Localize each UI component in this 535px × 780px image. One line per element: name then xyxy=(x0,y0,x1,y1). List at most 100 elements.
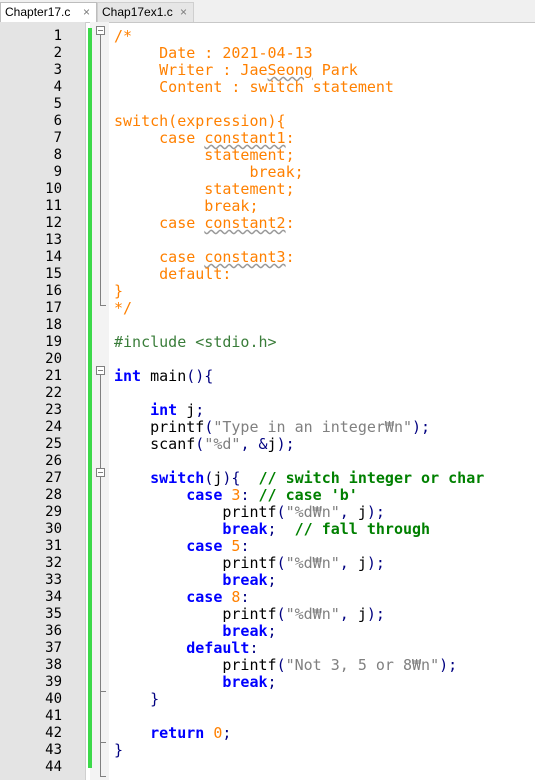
code-line[interactable]: 38 printf("Not 3, 5 or 8₩n"); xyxy=(0,657,535,674)
code-line[interactable]: 3 Writer : JaeSeong Park xyxy=(0,62,535,79)
line-number: 38 xyxy=(45,657,62,673)
line-number: 26 xyxy=(45,453,62,469)
line-number: 27 xyxy=(45,470,62,486)
code-token: constant1 xyxy=(204,129,286,147)
code-text: printf("%d₩n", j); xyxy=(114,606,385,623)
tab-chapter17-c[interactable]: Chapter17.c × xyxy=(0,2,97,22)
code-text: case constant3: xyxy=(114,249,294,266)
code-line[interactable]: 17 */ xyxy=(0,300,535,317)
code-token: ); xyxy=(366,605,385,623)
code-line[interactable]: 40 } xyxy=(0,691,535,708)
line-number: 43 xyxy=(45,742,62,758)
line-number: 18 xyxy=(45,317,62,333)
code-token: Seong xyxy=(267,61,313,79)
code-line[interactable]: 1 /* xyxy=(0,28,535,45)
code-text: int j; xyxy=(114,402,204,419)
code-line[interactable]: 22 xyxy=(0,385,535,402)
line-number: 22 xyxy=(45,385,62,401)
code-token: statement; xyxy=(114,180,295,198)
code-line[interactable]: 6 switch(expression){ xyxy=(0,113,535,130)
code-line[interactable]: 31 case 5: xyxy=(0,538,535,555)
line-number: 14 xyxy=(45,249,62,265)
code-line[interactable]: 26 xyxy=(0,453,535,470)
code-token: : xyxy=(240,537,250,555)
code-token: "Type in an integer₩n" xyxy=(213,418,413,436)
code-line[interactable]: 19 #include <stdio.h> xyxy=(0,334,535,351)
code-token: ( xyxy=(195,435,205,453)
code-text: } xyxy=(114,742,123,759)
code-line[interactable]: 30 break; // fall through xyxy=(0,521,535,538)
code-line[interactable]: 10 statement; xyxy=(0,181,535,198)
code-token: // switch integer or char xyxy=(258,469,485,487)
code-line[interactable]: 33 break; xyxy=(0,572,535,589)
code-line[interactable]: 27 switch(j){ // switch integer or char xyxy=(0,470,535,487)
code-line[interactable]: 28 case 3: // case 'b' xyxy=(0,487,535,504)
code-line[interactable]: 41 xyxy=(0,708,535,725)
code-line[interactable]: 8 statement; xyxy=(0,147,535,164)
line-number: 13 xyxy=(45,232,62,248)
code-token: Writer : Jae xyxy=(114,61,268,79)
code-line[interactable]: 34 case 8: xyxy=(0,589,535,606)
code-line[interactable]: 36 break; xyxy=(0,623,535,640)
code-token: break; xyxy=(114,163,304,181)
code-token: (){ xyxy=(186,367,214,385)
code-token: // case 'b' xyxy=(258,486,358,504)
code-line[interactable]: 20 xyxy=(0,351,535,368)
code-text: */ xyxy=(114,300,132,317)
code-line[interactable]: 35 printf("%d₩n", j); xyxy=(0,606,535,623)
code-line[interactable]: 43} xyxy=(0,742,535,759)
code-line[interactable]: 39 break; xyxy=(0,674,535,691)
code-line[interactable]: 37 default: xyxy=(0,640,535,657)
code-line[interactable]: 25 scanf("%d", &j); xyxy=(0,436,535,453)
line-number: 36 xyxy=(45,623,62,639)
code-token: , xyxy=(339,554,358,572)
code-token: ; xyxy=(267,571,277,589)
close-tab-icon[interactable]: × xyxy=(180,3,187,21)
code-token: #include <stdio.h> xyxy=(114,333,277,351)
code-line[interactable]: 11 break; xyxy=(0,198,535,215)
code-text: break; xyxy=(114,623,276,640)
line-number: 25 xyxy=(45,436,62,452)
code-line[interactable]: 42 return 0; xyxy=(0,725,535,742)
code-token: "%d₩n" xyxy=(285,503,340,521)
code-line[interactable]: 21 int main(){ xyxy=(0,368,535,385)
code-line[interactable]: 5 xyxy=(0,96,535,113)
line-number: 35 xyxy=(45,606,62,622)
code-line[interactable]: 32 printf("%d₩n", j); xyxy=(0,555,535,572)
code-line[interactable]: 4 Content : switch statement xyxy=(0,79,535,96)
code-token: main xyxy=(141,367,187,385)
code-line[interactable]: 2 Date : 2021-04-13 xyxy=(0,45,535,62)
code-token: Date : 2021-04-13 xyxy=(114,44,313,62)
code-line[interactable]: 44 xyxy=(0,759,535,776)
code-text: break; xyxy=(114,163,304,181)
code-area[interactable]: 1/* 2 Date : 2021-04-13 3 Writer : JaeSeon… xyxy=(0,22,535,780)
code-line[interactable]: 14 case constant3: xyxy=(0,249,535,266)
code-line[interactable]: 12 case constant2: xyxy=(0,215,535,232)
code-token: : xyxy=(285,214,295,232)
line-number: 6 xyxy=(53,113,62,129)
line-number: 34 xyxy=(45,589,62,605)
code-line[interactable]: 24 printf("Type in an integer₩n"); xyxy=(0,419,535,436)
code-token: ); xyxy=(276,435,295,453)
code-token: } xyxy=(114,741,124,759)
code-line[interactable]: 18 xyxy=(0,317,535,334)
tab-chap17ex1-c[interactable]: Chap17ex1.c × xyxy=(97,2,194,22)
code-line[interactable]: 9 break; xyxy=(0,164,535,181)
code-token: default xyxy=(186,639,250,657)
code-text: Writer : JaeSeong Park xyxy=(114,62,358,79)
code-line[interactable]: 29 printf("%d₩n", j); xyxy=(0,504,535,521)
code-line[interactable]: 23 int j; xyxy=(0,402,535,419)
code-line[interactable]: 16} xyxy=(0,283,535,300)
code-line[interactable]: 15 default: xyxy=(0,266,535,283)
line-number: 21 xyxy=(45,368,62,384)
code-token: constant2 xyxy=(204,214,286,232)
close-tab-icon[interactable]: × xyxy=(83,3,90,21)
code-token: return xyxy=(150,724,205,742)
code-editor[interactable]: 1/* 2 Date : 2021-04-13 3 Writer : JaeSeon… xyxy=(0,22,535,780)
code-line[interactable]: 13 xyxy=(0,232,535,249)
code-line[interactable]: 7 case constant1: xyxy=(0,130,535,147)
